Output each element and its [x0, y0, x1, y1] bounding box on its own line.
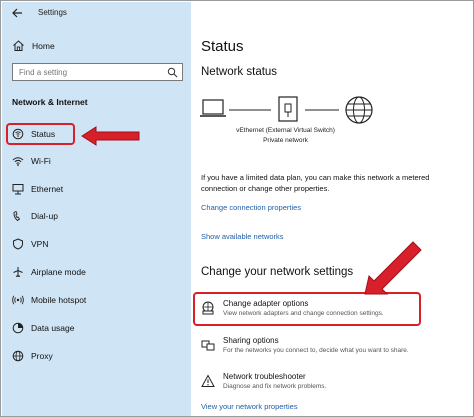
home-icon: [13, 40, 24, 51]
vpn-icon: [13, 238, 23, 250]
search-icon[interactable]: [167, 67, 178, 78]
hotspot-icon: [12, 295, 24, 305]
page-title: Status: [201, 38, 244, 55]
back-arrow-icon[interactable]: [10, 6, 24, 20]
dialup-icon: [13, 210, 21, 222]
network-status-heading: Network status: [201, 66, 278, 78]
globe-icon: [345, 96, 373, 124]
sidebar-item-label: Wi-Fi: [31, 156, 51, 166]
status-highlight-box: [6, 123, 75, 145]
show-available-networks-link[interactable]: Show available networks: [201, 232, 284, 241]
view-network-properties-link[interactable]: View your network properties: [201, 402, 298, 411]
sharing-icon: [201, 340, 215, 351]
search-input[interactable]: [19, 67, 159, 78]
window-title: Settings: [38, 8, 67, 17]
adapter-plug-icon: [278, 96, 298, 122]
sharing-options-item[interactable]: Sharing options For the networks you con…: [201, 336, 461, 362]
ethernet-icon: [12, 184, 24, 195]
sidebar-item-label: Ethernet: [31, 184, 64, 194]
adapter-name: vEthernet (External Virtual Switch): [236, 127, 335, 134]
change-network-settings-heading: Change your network settings: [201, 266, 354, 278]
sidebar-item-wifi[interactable]: Wi-Fi: [2, 150, 191, 172]
sidebar-item-label: Data usage: [31, 323, 75, 333]
title-bar: Settings: [2, 2, 191, 24]
home-nav-item[interactable]: Home: [2, 36, 191, 56]
sidebar-item-label: Mobile hotspot: [31, 295, 87, 305]
sidebar-item-vpn[interactable]: VPN: [2, 233, 191, 255]
section-heading: Network & Internet: [12, 97, 88, 107]
airplane-icon: [13, 267, 23, 277]
option-title: Sharing options: [223, 336, 279, 345]
red-arrow-annotation-icon: [81, 126, 140, 146]
sidebar-item-proxy[interactable]: Proxy: [2, 345, 191, 367]
sidebar-item-ethernet[interactable]: Ethernet: [2, 178, 191, 200]
laptop-icon: [200, 99, 226, 117]
sidebar-item-label: Dial-up: [31, 211, 58, 221]
red-arrow-annotation-icon: [364, 241, 422, 295]
globe-icon: [12, 350, 24, 362]
sidebar-item-data-usage[interactable]: Data usage: [2, 317, 191, 339]
home-label: Home: [32, 41, 55, 51]
option-description: Diagnose and fix network problems.: [223, 383, 327, 390]
search-field[interactable]: [12, 63, 183, 81]
info-text: If you have a limited data plan, you can…: [201, 173, 430, 193]
change-connection-properties-link[interactable]: Change connection properties: [201, 203, 301, 212]
sidebar-item-airplane-mode[interactable]: Airplane mode: [2, 261, 191, 283]
adapter-network-type: Private network: [263, 137, 308, 144]
option-description: For the networks you connect to, decide …: [223, 347, 409, 354]
sidebar-item-mobile-hotspot[interactable]: Mobile hotspot: [2, 289, 191, 311]
sidebar: Settings Home Network & Internet: [2, 2, 191, 416]
network-troubleshooter-item[interactable]: Network troubleshooter Diagnose and fix …: [201, 372, 461, 398]
data-usage-icon: [12, 322, 24, 334]
settings-window: Settings Home Network & Internet: [0, 0, 474, 417]
warning-icon: [201, 374, 215, 387]
wifi-icon: [12, 157, 24, 166]
sidebar-item-label: Airplane mode: [31, 267, 86, 277]
main-content: Status Network status vEthernet (Externa…: [191, 2, 473, 416]
sidebar-item-label: VPN: [31, 239, 49, 249]
sidebar-item-label: Proxy: [31, 351, 53, 361]
sidebar-item-dialup[interactable]: Dial-up: [2, 205, 191, 227]
network-diagram: [200, 96, 373, 124]
option-title: Network troubleshooter: [223, 372, 306, 381]
